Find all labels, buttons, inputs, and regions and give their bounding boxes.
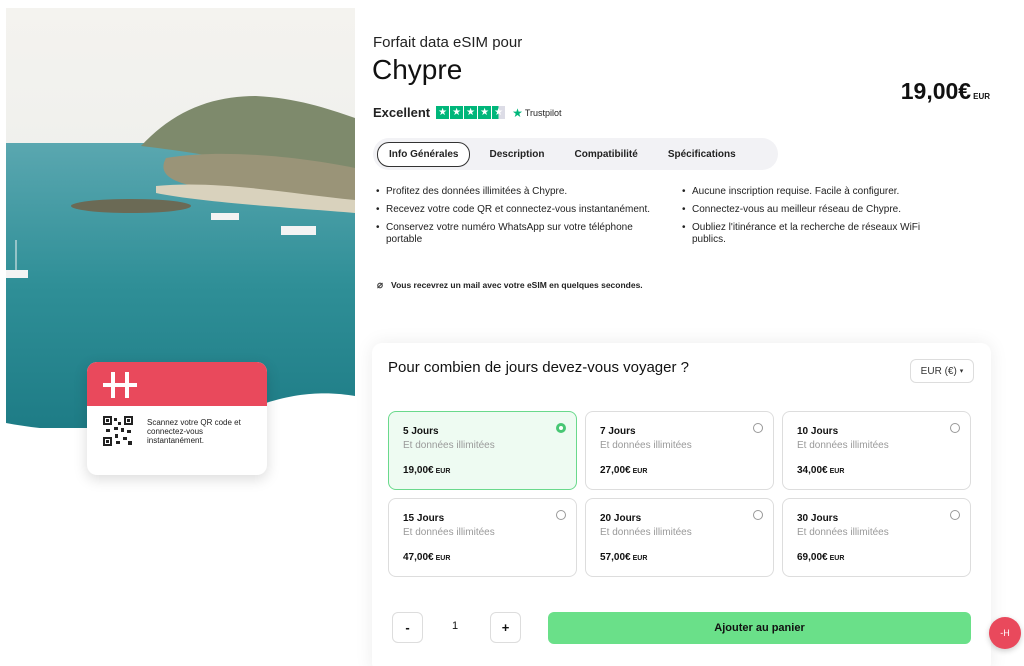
selector-title: Pour combien de jours devez-vous voyager…: [388, 359, 689, 376]
feature-item: Aucune inscription requise. Facile à con…: [682, 186, 952, 198]
plan-desc: Et données illimitées: [797, 440, 889, 451]
radio-icon[interactable]: [950, 510, 960, 520]
trustpilot-rating[interactable]: Excellent ★ ★ ★ ★ ★ ★ Trustpilot: [373, 105, 562, 120]
rating-label: Excellent: [373, 105, 431, 120]
plan-name: 10 Jours: [797, 426, 839, 437]
plan-desc: Et données illimitées: [600, 527, 692, 538]
plan-price-value: 57,00€: [600, 552, 631, 563]
product-price: 19,00€ EUR: [901, 78, 990, 105]
quantity-decrease-button[interactable]: -: [392, 612, 423, 643]
esim-card-header: [87, 362, 267, 406]
chat-launcher-button[interactable]: -H: [989, 617, 1021, 649]
plan-name: 30 Jours: [797, 513, 839, 524]
features-list-right: Aucune inscription requise. Facile à con…: [682, 186, 952, 252]
plan-price-value: 27,00€: [600, 465, 631, 476]
add-to-cart-button[interactable]: Ajouter au panier: [548, 612, 971, 644]
plan-desc: Et données illimitées: [403, 440, 495, 451]
plan-price-value: 34,00€: [797, 465, 828, 476]
currency-select[interactable]: EUR (€) ▾: [910, 359, 974, 383]
feature-item: Conservez votre numéro WhatsApp sur votr…: [376, 222, 666, 246]
chevron-down-icon: ▾: [959, 368, 964, 375]
plan-price-currency: EUR: [435, 555, 451, 562]
quantity-value[interactable]: 1: [452, 620, 458, 632]
radio-icon[interactable]: [753, 423, 763, 433]
tab-specifications[interactable]: Spécifications: [657, 143, 747, 166]
product-title: Chypre: [372, 54, 463, 85]
plan-price-currency: EUR: [435, 468, 451, 475]
star-icon: ★: [464, 106, 478, 119]
feature-item: Connectez-vous au meilleur réseau de Chy…: [682, 204, 952, 216]
rating-stars: ★ ★ ★ ★ ★: [436, 106, 506, 119]
plan-desc: Et données illimitées: [403, 527, 495, 538]
plan-price: 19,00€ EUR: [403, 465, 576, 476]
info-tabs: Info Générales Description Compatibilité…: [373, 138, 778, 170]
plan-price-value: 69,00€: [797, 552, 828, 563]
tab-compatibilite[interactable]: Compatibilité: [563, 143, 648, 166]
paperclip-icon: ⌀: [377, 280, 384, 291]
plan-price-currency: EUR: [632, 555, 648, 562]
trustpilot-star-icon: ★: [512, 105, 523, 120]
plan-price: 47,00€ EUR: [403, 552, 576, 563]
product-subtitle: Forfait data eSIM pour: [373, 34, 523, 51]
star-icon: ★: [478, 106, 492, 119]
feature-item: Recevez votre code QR et connectez-vous …: [376, 204, 666, 216]
plan-option-7-jours[interactable]: 7 Jours Et données illimitées 27,00€ EUR: [585, 411, 774, 490]
currency-value: EUR (€): [920, 365, 957, 377]
plan-grid: 5 Jours Et données illimitées 19,00€ EUR …: [388, 411, 974, 577]
plan-price: 27,00€ EUR: [600, 465, 773, 476]
product-price-value: 19,00€: [900, 78, 972, 104]
plan-price-currency: EUR: [632, 468, 648, 475]
plan-desc: Et données illimitées: [797, 527, 889, 538]
plan-price-value: 19,00€: [403, 465, 434, 476]
plan-option-5-jours[interactable]: 5 Jours Et données illimitées 19,00€ EUR: [388, 411, 577, 490]
tab-info-generales[interactable]: Info Générales: [377, 141, 471, 167]
plan-option-10-jours[interactable]: 10 Jours Et données illimitées 34,00€ EUR: [782, 411, 971, 490]
qr-code-icon: [103, 416, 133, 446]
plan-price-currency: EUR: [829, 468, 845, 475]
feature-item: Oubliez l'itinérance et la recherche de …: [682, 222, 952, 246]
star-half-icon: ★: [492, 106, 506, 119]
product-price-currency: EUR: [973, 92, 990, 101]
plan-option-30-jours[interactable]: 30 Jours Et données illimitées 69,00€ EUR: [782, 498, 971, 577]
feature-item: Profitez des données illimitées à Chypre…: [376, 186, 666, 198]
plan-name: 20 Jours: [600, 513, 642, 524]
plan-desc: Et données illimitées: [600, 440, 692, 451]
plan-name: 15 Jours: [403, 513, 445, 524]
brand-logo-icon: [103, 372, 137, 398]
mail-note-text: Vous recevrez un mail avec votre eSIM en…: [391, 280, 643, 290]
radio-selected-icon[interactable]: [556, 423, 566, 433]
plan-price: 57,00€ EUR: [600, 552, 773, 563]
plan-price: 34,00€ EUR: [797, 465, 970, 476]
star-icon: ★: [436, 106, 450, 119]
plan-price-value: 47,00€: [403, 552, 434, 563]
quantity-increase-button[interactable]: +: [490, 612, 521, 643]
trustpilot-label: Trustpilot: [524, 107, 562, 118]
star-icon: ★: [450, 106, 464, 119]
plan-price: 69,00€ EUR: [797, 552, 970, 563]
day-selector-panel: Pour combien de jours devez-vous voyager…: [372, 343, 991, 666]
tab-description[interactable]: Description: [478, 143, 555, 166]
radio-icon[interactable]: [753, 510, 763, 520]
plan-price-currency: EUR: [829, 555, 845, 562]
features-list-left: Profitez des données illimitées à Chypre…: [376, 186, 666, 252]
plan-name: 5 Jours: [403, 426, 439, 437]
radio-icon[interactable]: [950, 423, 960, 433]
qr-scan-text: Scannez votre QR code et connectez-vous …: [147, 417, 241, 445]
plan-option-20-jours[interactable]: 20 Jours Et données illimitées 57,00€ EUR: [585, 498, 774, 577]
plan-option-15-jours[interactable]: 15 Jours Et données illimitées 47,00€ EUR: [388, 498, 577, 577]
esim-card: Scannez votre QR code et connectez-vous …: [87, 362, 267, 475]
plan-name: 7 Jours: [600, 426, 636, 437]
mail-note: ⌀ Vous recevrez un mail avec votre eSIM …: [377, 280, 667, 291]
radio-icon[interactable]: [556, 510, 566, 520]
